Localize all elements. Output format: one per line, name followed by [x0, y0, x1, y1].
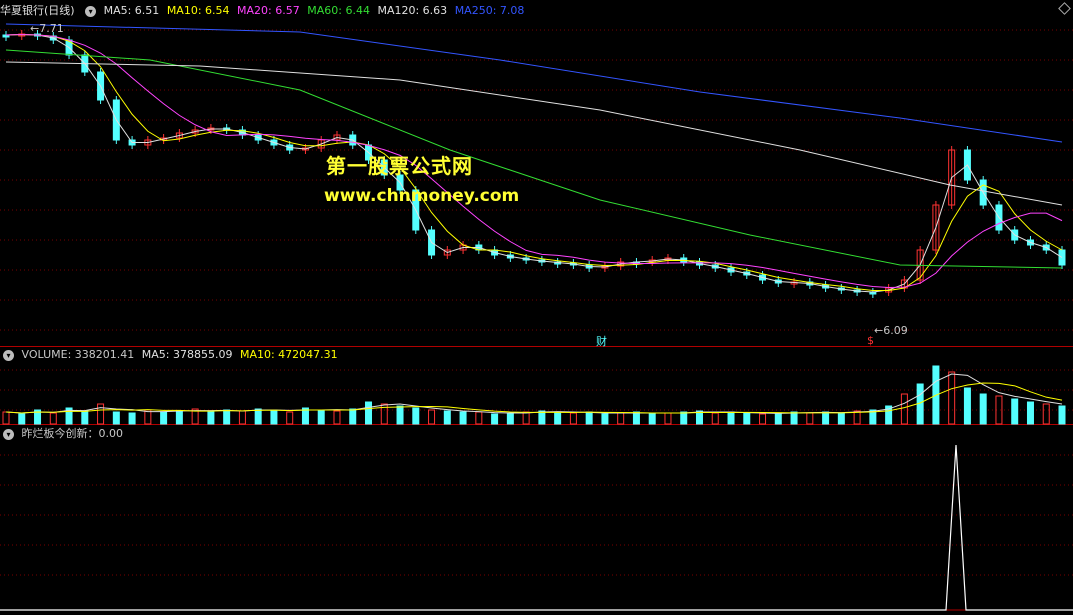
volume-bar	[617, 412, 625, 425]
volume-bar	[254, 408, 262, 425]
volume-bar	[491, 413, 499, 425]
volume-bar	[97, 403, 105, 425]
volume-bar	[428, 409, 436, 425]
volume-bar	[711, 412, 719, 425]
ma5-line	[5, 33, 1063, 293]
volume-bar	[963, 387, 971, 425]
volume-bar	[443, 410, 451, 425]
volume-bar	[664, 412, 672, 425]
volume-bar	[18, 413, 26, 425]
watermark-title: 第一股票公式网	[326, 154, 473, 178]
volume-bar	[459, 411, 467, 425]
volume-bar	[160, 411, 168, 425]
volume-bar	[569, 412, 577, 425]
volume-bar	[727, 411, 735, 425]
volume-bar	[286, 411, 294, 425]
volume-bar	[112, 411, 120, 425]
ma250-line	[5, 23, 1063, 143]
volume-bar	[396, 405, 404, 425]
low-price-marker: ←6.09	[874, 324, 908, 337]
volume-bar	[632, 411, 640, 425]
volume-bar	[601, 413, 609, 425]
volume-bar	[979, 393, 987, 425]
volume-bar	[349, 408, 357, 425]
volume-bar	[806, 412, 814, 425]
volume-ma10-line	[5, 382, 1063, 414]
low-price-value: 6.09	[883, 324, 908, 337]
volume-bar	[49, 412, 57, 425]
dividend-event-marker[interactable]: $	[867, 334, 874, 347]
volume-bar	[837, 412, 845, 425]
volume-bar	[1026, 401, 1034, 425]
volume-bar	[759, 413, 767, 425]
ma120-line	[5, 61, 1063, 206]
volume-bar	[475, 411, 483, 425]
volume-bar	[743, 412, 751, 425]
volume-bar	[175, 410, 183, 425]
high-price-value: 7.71	[39, 22, 64, 35]
volume-bar	[365, 401, 373, 425]
volume-bar	[822, 411, 830, 425]
volume-bar	[853, 410, 861, 425]
volume-bar	[538, 410, 546, 425]
volume-bar	[585, 411, 593, 425]
volume-bar	[333, 410, 341, 425]
volume-bar	[506, 412, 514, 425]
volume-bar	[680, 411, 688, 425]
volume-bar	[522, 411, 530, 425]
volume-bar	[238, 410, 246, 425]
volume-bar	[948, 371, 956, 425]
kline-chart[interactable]	[0, 0, 1073, 615]
volume-bar	[317, 409, 325, 425]
volume-bar	[270, 409, 278, 425]
watermark-url: www.chnmoney.com	[324, 186, 520, 206]
high-price-marker: ←7.71	[30, 22, 64, 35]
volume-bar	[1011, 398, 1019, 425]
volume-bar	[207, 411, 215, 425]
volume-bar	[81, 410, 89, 425]
volume-bar	[774, 412, 782, 425]
finance-event-marker[interactable]: 财	[596, 333, 607, 349]
volume-bar	[223, 409, 231, 425]
volume-bar	[790, 411, 798, 425]
volume-bar	[128, 412, 136, 425]
ma20-line	[5, 33, 1063, 289]
volume-bar	[412, 407, 420, 425]
volume-bar	[1058, 405, 1066, 425]
custom-indicator-line	[0, 444, 1073, 611]
volume-bar	[648, 413, 656, 425]
ma60-line	[5, 49, 1063, 269]
volume-bar	[900, 393, 908, 425]
volume-bar	[2, 411, 10, 425]
volume-bar	[554, 411, 562, 425]
volume-bar	[1042, 403, 1050, 425]
